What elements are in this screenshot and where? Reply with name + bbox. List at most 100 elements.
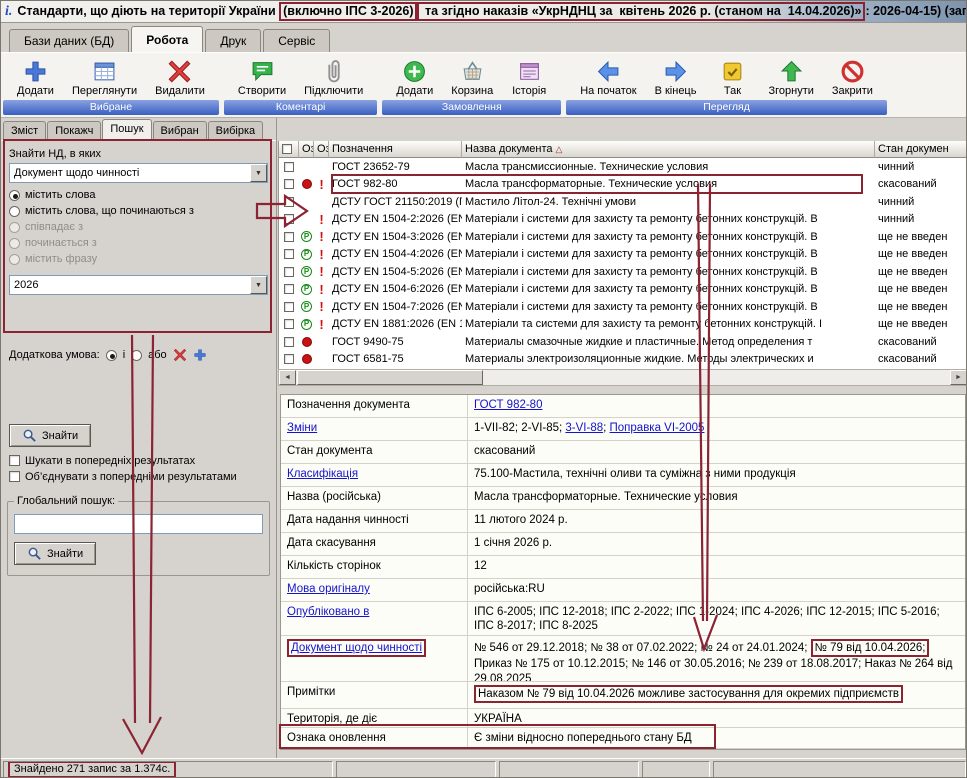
global-search-input[interactable]	[14, 514, 263, 534]
column-header[interactable]: Позначення	[329, 141, 462, 158]
checkbox[interactable]	[9, 455, 20, 466]
draft-mark-icon: P	[301, 249, 312, 260]
toolbar-button-delete-x[interactable]: Видалити	[147, 56, 213, 100]
column-header[interactable]: Назва документа	[462, 141, 875, 158]
detail-label: Кількість сторінок	[281, 556, 468, 578]
row-checkbox[interactable]	[284, 162, 294, 172]
or-radio[interactable]	[131, 350, 142, 361]
left-tab-Пошук[interactable]: Пошук	[102, 119, 151, 140]
chevron-down-icon[interactable]	[250, 164, 267, 182]
find-button[interactable]: Знайти	[9, 424, 91, 447]
table-row[interactable]: P!ДСТУ EN 1504-5:2026 (ENМатеріали і сис…	[279, 263, 967, 281]
detail-label-text[interactable]: Мова оригіналу	[287, 583, 370, 595]
row-state-cell: ще не введен	[875, 298, 967, 316]
row-code-cell: ДСТУ EN 1504-2:2026 (EN	[329, 211, 462, 229]
row-name-cell: Матеріали і системи для захисту та ремон…	[462, 281, 875, 299]
checkbox[interactable]	[9, 471, 20, 482]
search-value: 2026	[10, 279, 250, 291]
scrollbar-thumb[interactable]	[297, 370, 483, 385]
radio-button[interactable]	[9, 190, 20, 201]
checkbox-option[interactable]: Об’єднувати з попередніми результатами	[9, 471, 268, 483]
scroll-right-icon[interactable]	[950, 370, 967, 385]
tab-Сервіс[interactable]: Сервіс	[263, 29, 330, 52]
radio-option[interactable]: містить слова	[9, 189, 268, 201]
row-checkbox[interactable]	[284, 319, 294, 329]
table-row[interactable]: ГОСТ 9490-75Материалы смазочные жидкие и…	[279, 333, 967, 351]
table-row[interactable]: P!ДСТУ EN 1504-3:2026 (ENМатеріали і сис…	[279, 228, 967, 246]
row-checkbox[interactable]	[284, 354, 294, 364]
search-field-select[interactable]: Документ щодо чинності	[9, 163, 268, 183]
horizontal-scrollbar[interactable]	[278, 369, 967, 386]
column-header[interactable]: Озн	[299, 141, 314, 158]
document-name: Матеріали і системи для захисту та ремон…	[465, 301, 818, 313]
toolbar-button-arrow-left-blue[interactable]: На початок	[572, 56, 644, 100]
toolbar-button-basket[interactable]: Корзина	[443, 56, 501, 100]
checkbox-option[interactable]: Шукати в попередніх результатах	[9, 455, 268, 467]
scrollbar-track[interactable]	[483, 370, 950, 385]
detail-value-link[interactable]: ГОСТ 982-80	[474, 399, 542, 411]
toolbar-button-yes[interactable]: Так	[706, 56, 758, 100]
toolbar-button-close-red[interactable]: Закрити	[824, 56, 881, 100]
tab-Робота[interactable]: Робота	[131, 26, 203, 52]
toolbar-button-plus-green-circle[interactable]: Додати	[388, 56, 441, 100]
table-row[interactable]: P!ДСТУ EN 1881:2026 (EN 18Матеріали та с…	[279, 316, 967, 334]
detail-value-text: скасований	[474, 445, 535, 457]
row-checkbox[interactable]	[284, 337, 294, 347]
tab-Бази даних (БД)[interactable]: Бази даних (БД)	[9, 29, 129, 52]
toolbar-button-plus-blue[interactable]: Додати	[9, 56, 62, 100]
table-row[interactable]: P!ДСТУ EN 1504-4:2026 (ENМатеріали і сис…	[279, 246, 967, 264]
detail-value: 12	[468, 556, 965, 578]
header-checkbox[interactable]	[282, 144, 292, 154]
left-tab-Зміст[interactable]: Зміст	[3, 121, 46, 140]
row-checkbox[interactable]	[284, 302, 294, 312]
radio-button	[9, 254, 20, 265]
detail-value-link[interactable]: 3-VI-88	[565, 422, 603, 434]
row-checkbox[interactable]	[284, 249, 294, 259]
column-header[interactable]: Озн	[314, 141, 329, 158]
detail-label-text[interactable]: Класифікація	[287, 468, 358, 480]
toolbar-button-view-doc[interactable]: Переглянути	[64, 56, 145, 100]
row-checkbox[interactable]	[284, 232, 294, 242]
row-checkbox[interactable]	[284, 214, 294, 224]
global-find-button[interactable]: Знайти	[14, 542, 96, 565]
detail-value-link[interactable]: Поправка VI-2005	[610, 422, 705, 434]
row-state-cell: скасований	[875, 333, 967, 351]
row-checkbox[interactable]	[284, 179, 294, 189]
radio-option[interactable]: містить слова, що починаються з	[9, 205, 268, 217]
left-tab-Вибірка[interactable]: Вибірка	[208, 121, 264, 140]
toolbar-button-arrow-up-green[interactable]: Згорнути	[760, 56, 821, 100]
toolbar-button-label: Згорнути	[768, 85, 813, 97]
and-radio[interactable]	[106, 350, 117, 361]
column-header[interactable]	[279, 141, 299, 158]
detail-label-text[interactable]: Документ щодо чинності	[287, 639, 426, 657]
toolbar-button-arrow-right-blue[interactable]: В кінець	[647, 56, 705, 100]
toolbar-button-paperclip[interactable]: Підключити	[296, 56, 371, 100]
row-checkbox[interactable]	[284, 284, 294, 294]
tab-Друк[interactable]: Друк	[205, 29, 261, 52]
table-row[interactable]: !ГОСТ 982-80Масла трансформаторные. Техн…	[279, 176, 967, 194]
toolbar-button-history[interactable]: Історія	[503, 56, 555, 100]
scroll-left-icon[interactable]	[279, 370, 296, 385]
table-row[interactable]: P!ДСТУ EN 1504-6:2026 (ENМатеріали і сис…	[279, 281, 967, 299]
add-condition-icon[interactable]	[193, 348, 207, 362]
detail-label: Дата скасування	[281, 533, 468, 555]
left-tab-Покажч[interactable]: Покажч	[47, 121, 101, 140]
sort-asc-icon[interactable]	[556, 143, 563, 155]
remove-condition-icon[interactable]	[173, 348, 187, 362]
toolbar-button-comment-green[interactable]: Створити	[230, 56, 294, 100]
table-row[interactable]: !ДСТУ EN 1504-2:2026 (ENМатеріали і сист…	[279, 211, 967, 229]
table-row[interactable]: ДСТУ ГОСТ 21150:2019 (ГМастило Літол-24.…	[279, 193, 967, 211]
table-row[interactable]: P!ДСТУ EN 1504-7:2026 (ENМатеріали і сис…	[279, 298, 967, 316]
row-checkbox[interactable]	[284, 267, 294, 277]
chevron-down-icon[interactable]	[250, 276, 267, 294]
table-row[interactable]: ГОСТ 6581-75Материалы электроизоляционны…	[279, 351, 967, 369]
detail-label-text[interactable]: Опубліковано в	[287, 606, 369, 618]
table-row[interactable]: ГОСТ 23652-79Масла трансмиссионные. Техн…	[279, 158, 967, 176]
column-header[interactable]: Стан докумен	[875, 141, 967, 158]
detail-label-text[interactable]: Зміни	[287, 422, 317, 434]
row-checkbox[interactable]	[284, 197, 294, 207]
left-tab-Вибран[interactable]: Вибран	[153, 121, 207, 140]
search-value-select[interactable]: 2026	[9, 275, 268, 295]
radio-button[interactable]	[9, 206, 20, 217]
document-code: ДСТУ EN 1881:2026 (EN 18	[332, 318, 462, 330]
